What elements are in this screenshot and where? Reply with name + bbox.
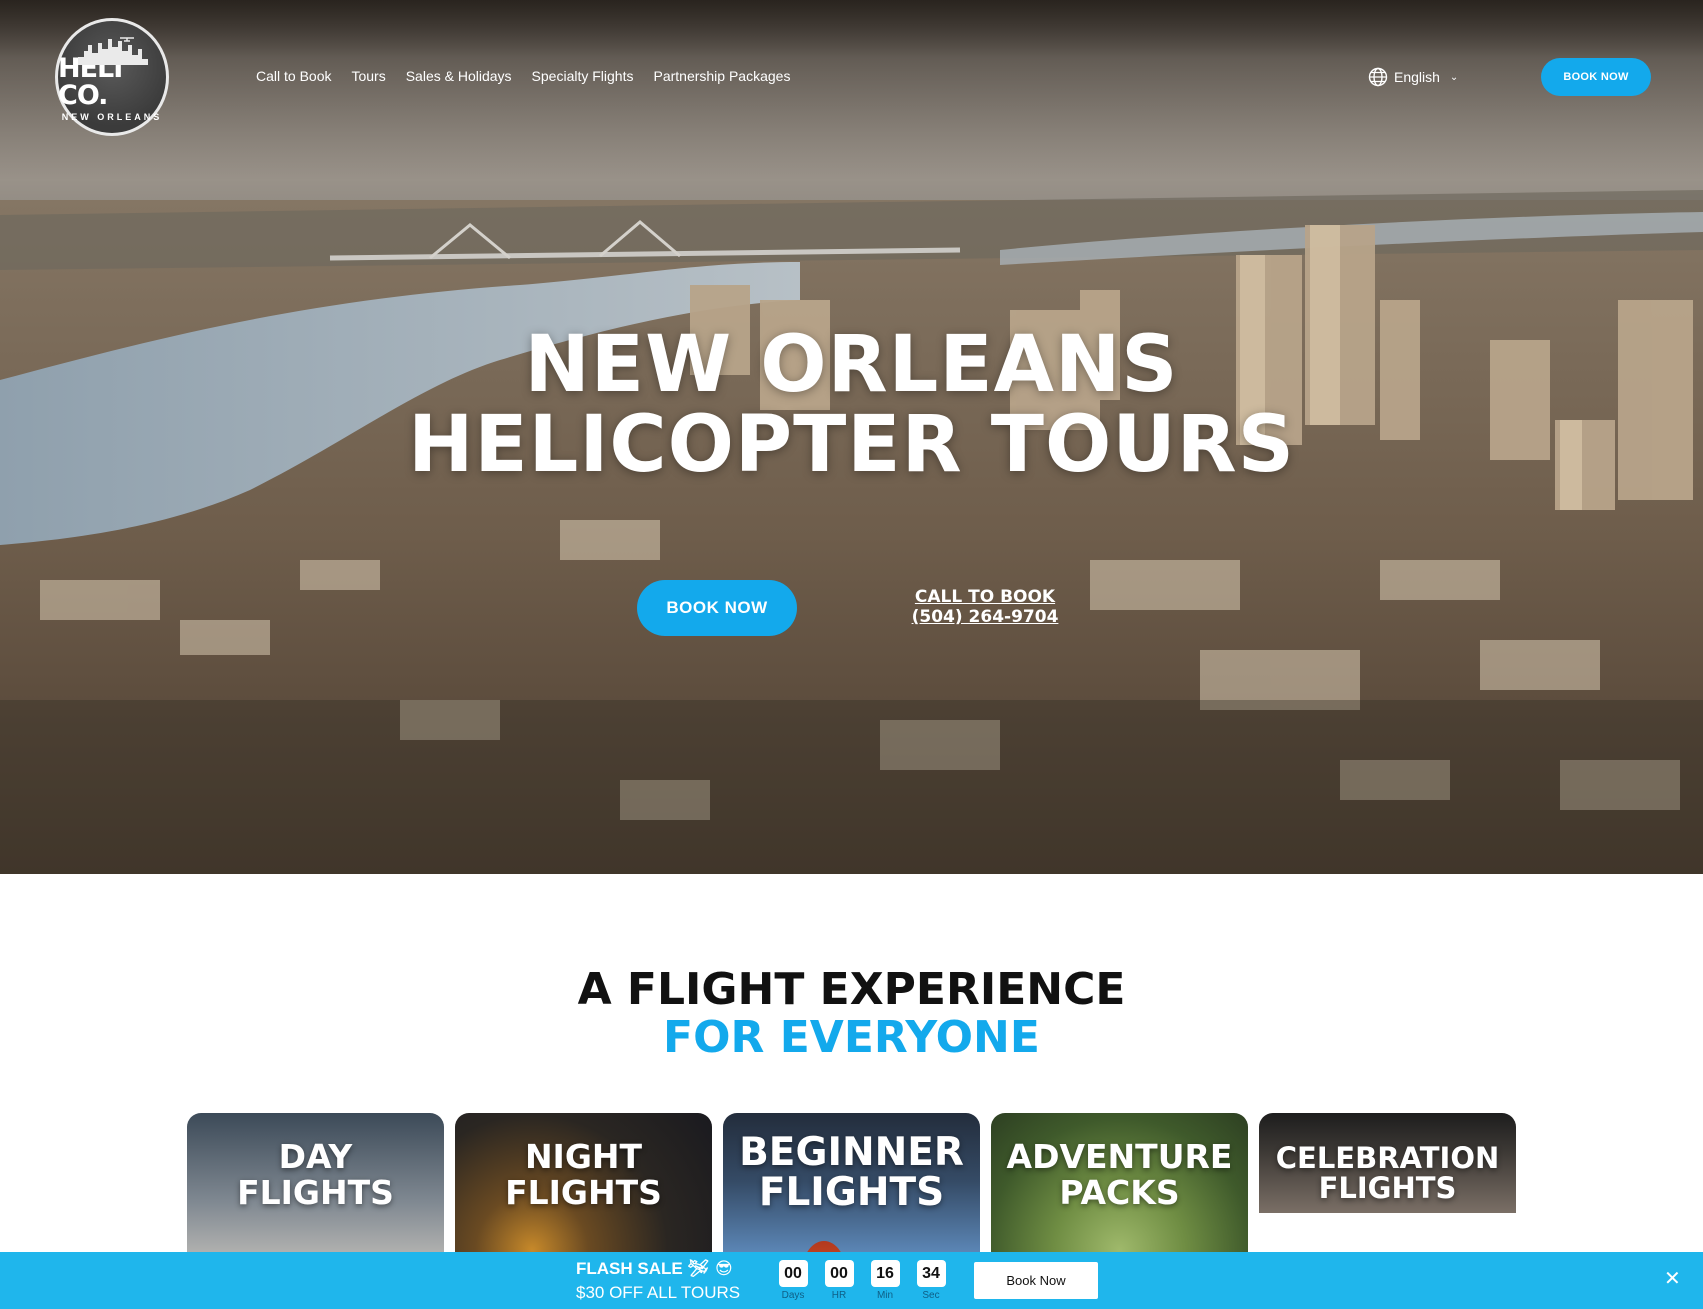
card-label-line1: DAY [278,1137,353,1176]
timer-unit: Sec [922,1290,940,1301]
nav-specialty-flights[interactable]: Specialty Flights [532,68,634,84]
card-label-line2: PACKS [1059,1173,1180,1212]
header-book-now-button[interactable]: BOOK NOW [1541,58,1651,96]
flash-sale-emoji: 🛩 😎 [687,1259,733,1279]
close-icon[interactable]: ✕ [1664,1269,1681,1289]
section-title-line2: FOR EVERYONE [663,1012,1040,1063]
timer-unit: HR [831,1290,847,1301]
timer-value: 34 [916,1260,946,1287]
hero-title: NEW ORLEANS HELICOPTER TOURS [0,325,1703,485]
heli-co-logo[interactable]: HELI CO. NEW ORLEANS [55,18,169,136]
card-label: BEGINNER FLIGHTS [739,1133,964,1213]
card-label-line2: FLIGHTS [237,1173,394,1212]
timer-unit: Min [876,1290,894,1301]
card-label-line2: FLIGHTS [758,1170,945,1215]
language-label: English [1394,69,1440,85]
skyline-icon [78,37,148,65]
logo-subtitle: NEW ORLEANS [61,111,163,122]
language-selector[interactable]: English ⌄ [1368,67,1458,87]
hero-title-line2: HELICOPTER TOURS [408,400,1295,490]
card-label-line1: NIGHT [524,1137,643,1176]
card-label-line2: FLIGHTS [505,1173,662,1212]
nav-sales-holidays[interactable]: Sales & Holidays [406,68,512,84]
timer-value: 00 [824,1260,854,1287]
hero-section: HELI CO. NEW ORLEANS Call to Book Tours … [0,0,1703,874]
nav-partnership-packages[interactable]: Partnership Packages [653,68,790,84]
flash-sale-subtitle: $30 OFF ALL TOURS [576,1283,741,1302]
section-title: A FLIGHT EXPERIENCE FOR EVERYONE [0,966,1703,1062]
flash-sale-title-text: FLASH SALE [576,1259,683,1278]
card-label: CELEBRATION FLIGHTS [1276,1143,1500,1203]
timer-days: 00 Days [778,1260,808,1301]
card-label: ADVENTURE PACKS [1007,1139,1233,1211]
main-nav: Call to Book Tours Sales & Holidays Spec… [256,68,810,84]
timer-value: 16 [870,1260,900,1287]
card-label: NIGHT FLIGHTS [505,1139,662,1211]
phone-number: (504) 264-9704 [911,607,1059,627]
call-to-book-label: CALL TO BOOK [914,587,1056,607]
timer-hours: 00 HR [824,1260,854,1301]
call-to-book-link[interactable]: CALL TO BOOK (504) 264-9704 [880,587,1090,627]
timer-seconds: 34 Sec [916,1260,946,1301]
card-celebration-flights[interactable]: CELEBRATION FLIGHTS [1259,1113,1516,1213]
card-label-line1: ADVENTURE [1006,1137,1233,1176]
card-label-line2: FLIGHTS [1318,1171,1457,1205]
card-label-line1: BEGINNER [739,1130,964,1175]
timer-minutes: 16 Min [870,1260,900,1301]
hero-title-line1: NEW ORLEANS [524,320,1179,410]
flash-sale-bar: FLASH SALE 🛩 😎 $30 OFF ALL TOURS 00 Days… [0,1252,1703,1309]
chevron-down-icon: ⌄ [1449,71,1459,83]
section-title-line1: A FLIGHT EXPERIENCE [577,964,1126,1015]
card-label-line1: CELEBRATION [1275,1141,1500,1175]
card-label: DAY FLIGHTS [237,1139,394,1211]
timer-value: 00 [778,1260,808,1287]
header-shade [0,0,1703,180]
timer-unit: Days [781,1290,805,1301]
hero-book-now-button[interactable]: BOOK NOW [637,580,797,636]
nav-tours[interactable]: Tours [351,68,385,84]
globe-icon [1368,67,1388,87]
flash-book-now-button[interactable]: Book Now [974,1262,1098,1299]
flash-sale-title: FLASH SALE 🛩 😎 [576,1259,733,1279]
nav-call-to-book[interactable]: Call to Book [256,68,331,84]
